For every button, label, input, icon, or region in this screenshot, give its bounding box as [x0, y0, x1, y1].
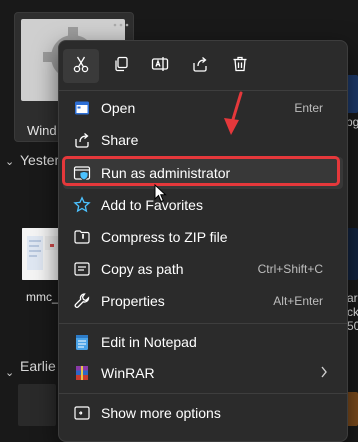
zip-folder-icon — [73, 228, 91, 246]
chevron-right-icon — [319, 364, 329, 385]
menu-item-open[interactable]: Open Enter — [63, 92, 343, 124]
group-header-yesterday[interactable]: Yester — [20, 152, 59, 168]
chevron-down-icon[interactable]: ⌄ — [5, 155, 14, 168]
copy-path-icon — [73, 260, 91, 278]
menu-item-winrar[interactable]: WinRAR — [63, 357, 343, 389]
menu-item-copy-as-path[interactable]: Copy as path Ctrl+Shift+C — [63, 253, 343, 285]
share-icon — [73, 131, 91, 149]
file-label-fragment: 50- — [347, 319, 358, 333]
menu-item-label: Add to Favorites — [101, 197, 203, 213]
menu-item-label: Copy as path — [101, 261, 184, 277]
cut-button[interactable] — [63, 49, 99, 83]
context-menu: Open Enter Share Run as administrator Ad… — [58, 40, 348, 442]
menu-item-label: Edit in Notepad — [101, 334, 197, 350]
menu-item-label: Compress to ZIP file — [101, 229, 228, 245]
menu-item-shortcut: Alt+Enter — [273, 294, 323, 308]
menu-divider — [59, 393, 347, 394]
menu-item-label: WinRAR — [101, 365, 155, 381]
menu-divider — [59, 323, 347, 324]
chevron-down-icon[interactable]: ⌄ — [5, 366, 14, 379]
file-label-mmc: mmc_ — [26, 290, 59, 304]
mouse-cursor-icon — [154, 183, 168, 204]
rename-button[interactable] — [142, 49, 178, 83]
rename-icon — [151, 55, 169, 78]
share-quick-button[interactable] — [182, 49, 218, 83]
share-icon — [191, 55, 209, 78]
menu-item-show-more-options[interactable]: Show more options — [63, 397, 343, 429]
menu-item-label: Open — [101, 100, 136, 116]
more-options-icon — [73, 404, 91, 422]
star-icon — [73, 196, 91, 214]
selection-dots-icon — [112, 14, 130, 27]
scissors-icon — [72, 55, 90, 78]
notepad-icon — [73, 333, 91, 351]
menu-item-properties[interactable]: Properties Alt+Enter — [63, 285, 343, 317]
selected-file-label: Wind — [27, 123, 57, 138]
group-header-earlier[interactable]: Earlie — [20, 358, 56, 374]
copy-button[interactable] — [103, 49, 139, 83]
delete-button[interactable] — [222, 49, 258, 83]
menu-item-label: Properties — [101, 293, 165, 309]
annotation-highlight-box — [62, 156, 340, 186]
menu-item-compress-zip[interactable]: Compress to ZIP file — [63, 221, 343, 253]
app-window-icon — [73, 99, 91, 117]
menu-item-label: Show more options — [101, 405, 221, 421]
file-thumbnail-earlier[interactable] — [18, 384, 56, 426]
menu-divider — [59, 90, 347, 91]
menu-item-shortcut: Ctrl+Shift+C — [257, 262, 323, 276]
winrar-icon — [73, 364, 91, 382]
file-label-fragment: ck — [347, 305, 358, 319]
trash-icon — [231, 55, 249, 78]
annotation-arrow-icon — [222, 90, 252, 140]
menu-item-label: Share — [101, 132, 139, 148]
wrench-icon — [73, 292, 91, 310]
menu-item-add-to-favorites[interactable]: Add to Favorites — [63, 189, 343, 221]
menu-item-share[interactable]: Share — [63, 124, 343, 156]
menu-item-edit-in-notepad[interactable]: Edit in Notepad — [63, 326, 343, 358]
menu-item-shortcut: Enter — [294, 101, 323, 115]
copy-icon — [112, 55, 130, 78]
file-label-fragment: ar — [347, 291, 358, 305]
